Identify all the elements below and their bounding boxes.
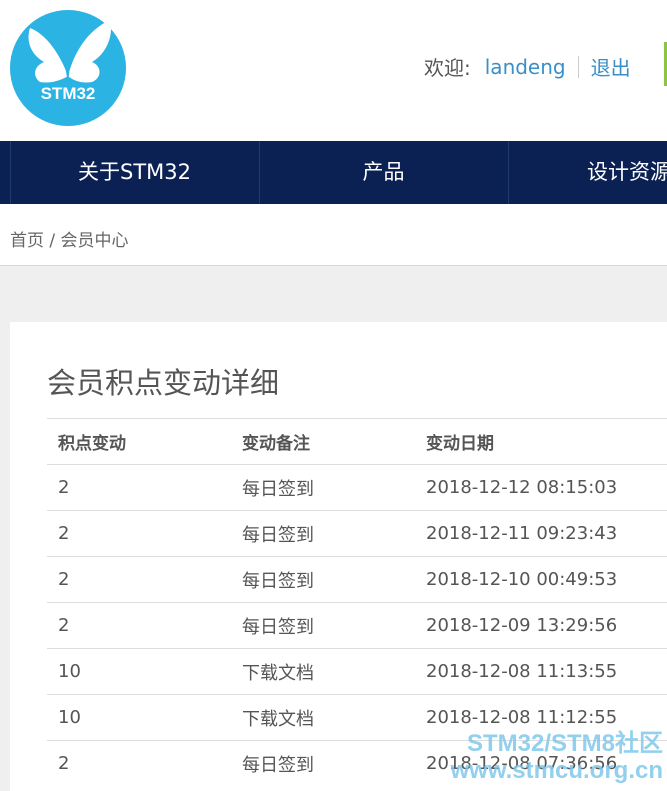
table-row: 2 每日签到 2018-12-12 08:15:03 — [47, 464, 667, 511]
logo-text: STM32 — [40, 84, 96, 103]
welcome-label: 欢迎: — [424, 56, 471, 80]
cell-note: 下载文档 — [231, 648, 415, 695]
cell-points: 2 — [47, 510, 231, 557]
breadcrumb-current: 会员中心 — [60, 231, 129, 251]
cell-points: 2 — [47, 602, 231, 649]
cell-points: 2 — [47, 556, 231, 603]
watermark-line1: STM32/STM8社区 — [466, 730, 663, 757]
nav-item-design-resources[interactable]: 设计资源 — [587, 141, 667, 204]
user-separator — [577, 55, 579, 78]
site-watermark: STM32/STM8社区 www.stmcu.org.cn — [428, 730, 663, 784]
stm32-logo[interactable]: STM32 — [10, 10, 126, 126]
cell-points: 2 — [47, 464, 231, 511]
cell-date: 2018-12-11 09:23:43 — [415, 510, 667, 557]
cell-date: 2018-12-08 11:13:55 — [415, 648, 667, 695]
column-header-date: 变动日期 — [415, 418, 667, 465]
table-row: 2 每日签到 2018-12-09 13:29:56 — [47, 602, 667, 649]
breadcrumb-home[interactable]: 首页 — [10, 231, 44, 251]
table-header-row: 积点变动 变动备注 变动日期 — [47, 418, 667, 465]
breadcrumb: 首页 / 会员中心 — [10, 226, 129, 251]
cell-date: 2018-12-10 00:49:53 — [415, 556, 667, 603]
cell-points: 2 — [47, 740, 231, 787]
table-row: 10 下载文档 2018-12-08 11:13:55 — [47, 648, 667, 695]
points-panel: 会员积点变动详细 积点变动 变动备注 变动日期 2 每日签到 2018-12-1… — [10, 322, 667, 791]
nav-item-about-stm32[interactable]: 关于STM32 — [10, 141, 259, 204]
logout-link[interactable]: 退出 — [591, 52, 631, 81]
cell-note: 每日签到 — [231, 556, 415, 603]
cell-note: 每日签到 — [231, 602, 415, 649]
cell-note: 每日签到 — [231, 510, 415, 557]
cell-note: 每日签到 — [231, 464, 415, 511]
cell-points: 10 — [47, 694, 231, 741]
watermark-line2: www.stmcu.org.cn — [450, 757, 663, 784]
column-header-points: 积点变动 — [47, 418, 231, 465]
site-header: STM32 欢迎: landeng 退出 — [0, 0, 667, 141]
user-area: 欢迎: landeng 退出 — [424, 52, 631, 81]
cell-points: 10 — [47, 648, 231, 695]
cell-note: 下载文档 — [231, 694, 415, 741]
butterfly-icon — [28, 20, 112, 83]
nav-item-products[interactable]: 产品 — [259, 141, 508, 204]
cell-date: 2018-12-12 08:15:03 — [415, 464, 667, 511]
cell-note: 每日签到 — [231, 740, 415, 787]
nav-divider — [508, 141, 509, 204]
breadcrumb-bar: 首页 / 会员中心 — [0, 204, 667, 266]
column-header-note: 变动备注 — [231, 418, 415, 465]
cell-date: 2018-12-09 13:29:56 — [415, 602, 667, 649]
page-title: 会员积点变动详细 — [47, 366, 280, 400]
username-link[interactable]: landeng — [485, 55, 566, 79]
table-row: 2 每日签到 2018-12-10 00:49:53 — [47, 556, 667, 603]
breadcrumb-separator: / — [49, 231, 56, 251]
table-row: 2 每日签到 2018-12-11 09:23:43 — [47, 510, 667, 557]
main-nav: 关于STM32 产品 设计资源 — [0, 141, 667, 204]
